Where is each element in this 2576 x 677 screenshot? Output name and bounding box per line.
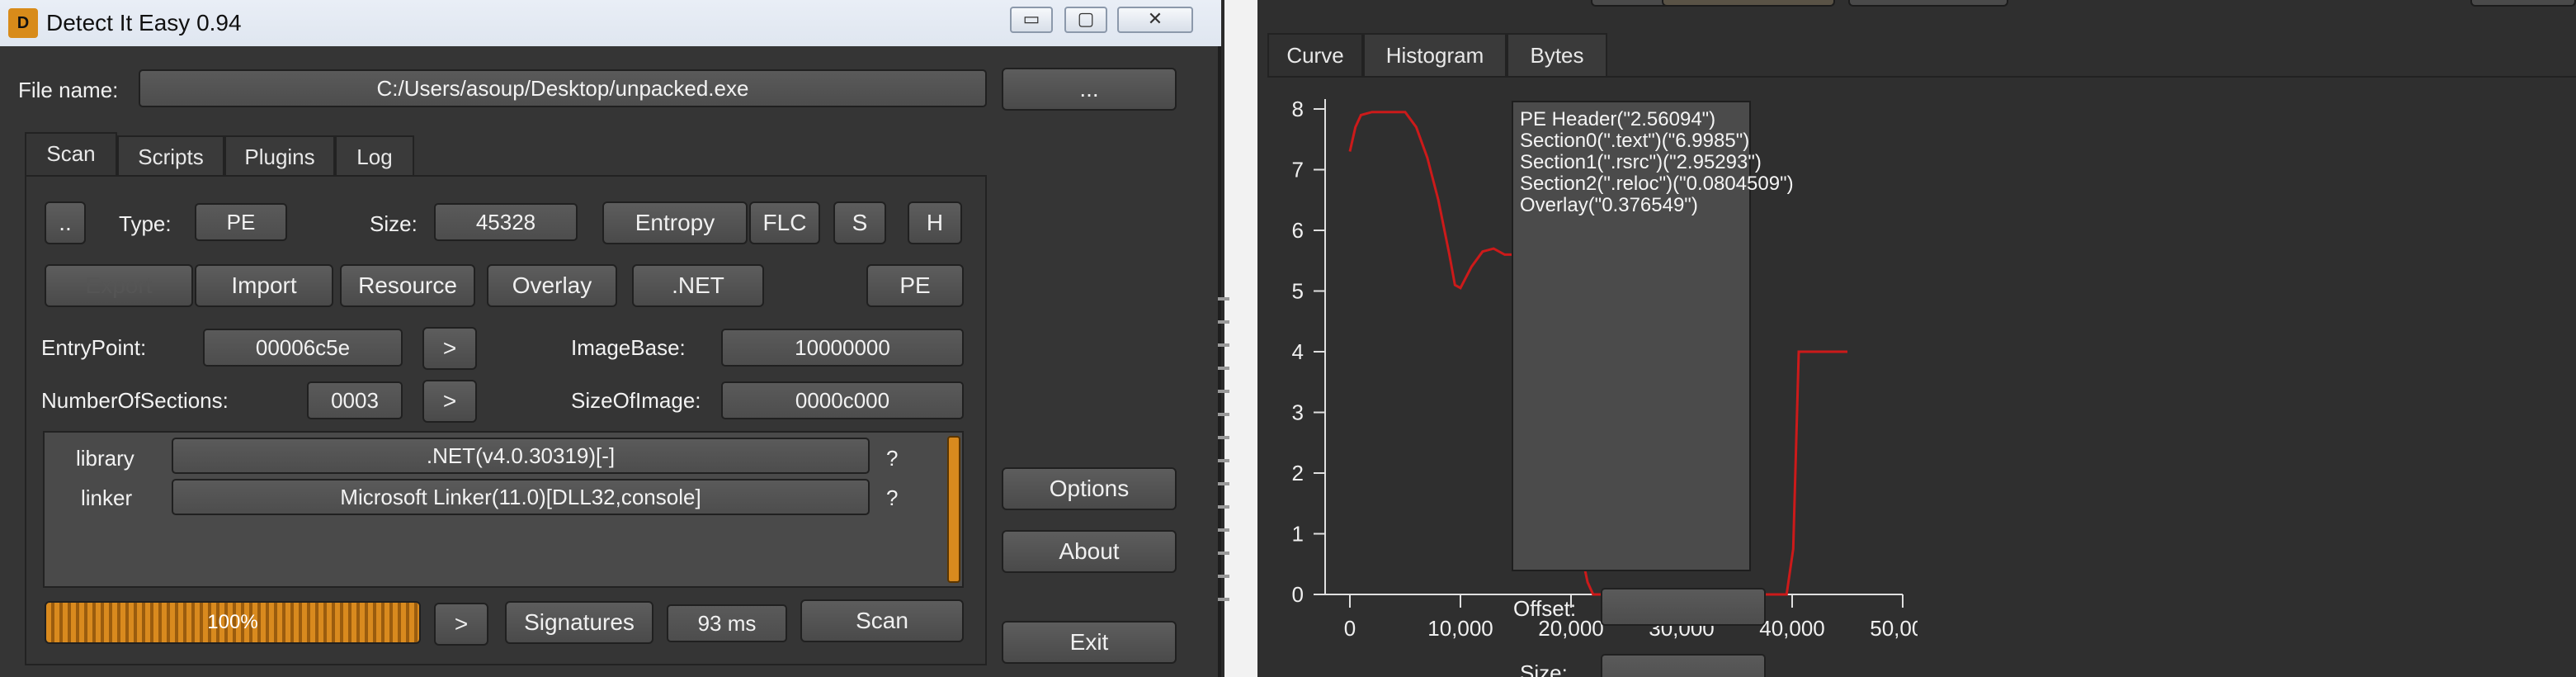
scan-button[interactable]: Scan	[800, 599, 964, 642]
file-path-field[interactable]: C:/Users/asoup/Desktop/unpacked.exe	[139, 69, 987, 107]
offset-label: Offset:	[1513, 596, 1577, 621]
list-item[interactable]: Section2(".reloc")("0.0804509")	[1520, 173, 1794, 195]
sections-field: 0003	[307, 381, 403, 419]
list-item[interactable]: Section0(".text")("6.9985")	[1520, 130, 1749, 152]
resource-button[interactable]: Resource	[340, 264, 475, 307]
size-label-bottom: Size:	[1520, 660, 1568, 677]
detection-info-library[interactable]: ?	[886, 446, 898, 471]
detection-name-linker[interactable]: Microsoft Linker(11.0)[DLL32,console]	[172, 479, 870, 515]
tab-scan[interactable]: Scan	[25, 132, 117, 177]
window-title: Detect It Easy 0.94	[46, 10, 242, 36]
overlay-button[interactable]: Overlay	[487, 264, 617, 307]
y-tick-label: 0	[1292, 582, 1304, 607]
about-button[interactable]: About	[1002, 530, 1177, 573]
minimize-button[interactable]: ▭	[1010, 7, 1053, 33]
exit-button[interactable]: Exit	[1002, 621, 1177, 664]
y-tick-label: 4	[1292, 339, 1304, 364]
close-button[interactable]: ✕	[1117, 7, 1193, 33]
list-item[interactable]: PE Header("2.56094")	[1520, 109, 1743, 130]
offset-field[interactable]	[1601, 588, 1766, 626]
scan-time-field: 93 ms	[667, 604, 787, 642]
y-tick-label: 2	[1292, 461, 1304, 485]
entrypoint-field: 00006c5e	[203, 329, 403, 367]
browse-button[interactable]: ...	[1002, 68, 1177, 111]
y-tick-label: 1	[1292, 522, 1304, 547]
size-field: 45328	[434, 203, 578, 241]
toolbar-button-stub-4[interactable]	[2470, 0, 2576, 7]
detection-type-linker: linker	[81, 485, 133, 510]
type-field: PE	[195, 203, 287, 241]
sections-entropy-list: PE Header("2.56094") Section0(".text")("…	[1512, 101, 1794, 571]
y-tick-label: 3	[1292, 400, 1304, 425]
list-item[interactable]: Overlay("0.376549")	[1520, 195, 1743, 216]
h-button[interactable]: H	[908, 201, 962, 244]
x-tick-label: 40,000	[1759, 616, 1825, 641]
detection-name-library[interactable]: .NET(v4.0.30319)[-]	[172, 438, 870, 474]
entropy-button[interactable]: Entropy	[602, 201, 748, 244]
net-button[interactable]: .NET	[632, 264, 764, 307]
maximize-button[interactable]: ▢	[1064, 7, 1107, 33]
file-name-label: File name:	[18, 78, 119, 102]
progress-go-button[interactable]: >	[434, 603, 488, 646]
pe-button[interactable]: PE	[866, 264, 964, 307]
scan-progress-bar: 100%	[45, 601, 421, 644]
entrypoint-label: EntryPoint:	[41, 335, 147, 360]
x-tick-label: 50,000	[1870, 616, 1918, 641]
detection-info-linker[interactable]: ?	[886, 485, 898, 511]
app-logo-icon: D	[8, 8, 38, 38]
imagebase-label: ImageBase:	[571, 335, 686, 360]
y-tick-label: 7	[1292, 158, 1304, 182]
sections-go-button[interactable]: >	[422, 380, 477, 423]
size-field-bottom[interactable]	[1601, 654, 1766, 677]
y-tick-label: 8	[1292, 97, 1304, 121]
background-window-marks	[1218, 297, 1229, 611]
signatures-button[interactable]: Signatures	[505, 601, 653, 644]
list-item[interactable]: Section1(".rsrc")("2.95293")	[1520, 152, 1762, 173]
background-window-edge	[1224, 0, 1257, 677]
tab-scripts[interactable]: Scripts	[117, 135, 224, 177]
imagebase-field: 10000000	[721, 329, 964, 367]
toolbar-button-stub-2[interactable]	[1662, 0, 1835, 7]
s-button[interactable]: S	[833, 201, 886, 244]
tab-curve[interactable]: Curve	[1267, 33, 1363, 78]
type-label: Type:	[119, 211, 172, 236]
x-tick-label: 10,000	[1427, 616, 1493, 641]
detection-type-library: library	[76, 446, 134, 471]
size-label: Size:	[370, 211, 418, 236]
export-button[interactable]: Export	[45, 264, 193, 307]
sizeofimage-field: 0000c000	[721, 381, 964, 419]
scan-panel	[25, 175, 987, 665]
y-tick-label: 5	[1292, 279, 1304, 304]
sizeofimage-label: SizeOfImage:	[571, 388, 701, 413]
options-button[interactable]: Options	[1002, 467, 1177, 510]
die-main-window: D Detect It Easy 0.94 ▭ ▢ ✕ File name: C…	[0, 0, 1221, 677]
toolbar-button-stub-3[interactable]	[1848, 0, 2008, 7]
x-tick-label: 0	[1344, 616, 1356, 641]
tab-log[interactable]: Log	[335, 135, 414, 177]
entrypoint-go-button[interactable]: >	[422, 327, 477, 370]
title-bar: D Detect It Easy 0.94 ▭ ▢ ✕	[0, 0, 1221, 46]
sections-label: NumberOfSections:	[41, 388, 229, 413]
back-button[interactable]: ..	[45, 201, 86, 244]
y-tick-label: 6	[1292, 218, 1304, 243]
tab-bytes[interactable]: Bytes	[1507, 33, 1607, 78]
import-button[interactable]: Import	[195, 264, 333, 307]
tab-plugins[interactable]: Plugins	[224, 135, 335, 177]
flc-button[interactable]: FLC	[749, 201, 820, 244]
entropy-window: Curve Histogram Bytes 0 1 2 3 4 5 6 7 8 0 10,000 20…	[1257, 0, 2576, 677]
tab-divider	[1267, 76, 2576, 78]
detections-scrollbar[interactable]	[947, 436, 960, 583]
tab-histogram[interactable]: Histogram	[1363, 33, 1507, 78]
